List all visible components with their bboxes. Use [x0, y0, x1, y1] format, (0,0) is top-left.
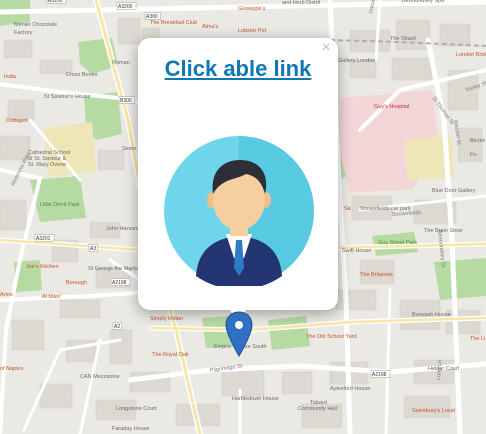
map-label: The Shard: [390, 36, 416, 42]
svg-text:A2: A2: [114, 324, 120, 330]
map-label: Semo: [122, 146, 136, 152]
svg-text:A3: A3: [90, 246, 96, 252]
map-label: Little Dorrit Park: [40, 202, 80, 208]
road-label: A3200: [116, 2, 137, 10]
svg-text:A3200: A3200: [48, 0, 63, 4]
map-label: Arms: [0, 292, 13, 298]
map-label: Alma's: [202, 24, 219, 30]
map-label: Sainsbury's Local: [412, 408, 455, 414]
map-label: The Li: [470, 336, 485, 342]
map-label: Al Masr: [42, 294, 61, 300]
map-label: Helder Court: [428, 366, 460, 372]
map-label: Harbledown House: [232, 396, 279, 402]
map-label: John Harvard: [106, 226, 139, 232]
road-label: A2: [112, 322, 123, 330]
map-label: Cross Bones: [66, 72, 98, 78]
map-label: Longstone Court: [116, 406, 157, 412]
map-label: The Breakfast Club: [150, 20, 197, 26]
map-label: Borough: [66, 280, 87, 286]
map-label: of Naples: [0, 366, 23, 372]
road-label: A3201: [34, 234, 55, 242]
svg-text:B300: B300: [120, 98, 132, 104]
map-label: Bermondsey Spa: [402, 0, 445, 4]
map-label: Guy Street Park: [378, 240, 417, 246]
map-label: Aylesford House: [330, 386, 370, 392]
map-label: St George the Martyr: [88, 266, 140, 272]
svg-text:A2198: A2198: [372, 372, 387, 378]
map-label: St Saviour's House: [44, 94, 91, 100]
map-label: Giuseppe's: [238, 6, 266, 12]
map-label: London Bridge: [456, 52, 486, 58]
user-avatar-icon: [164, 136, 314, 286]
map-label: Swift House: [342, 248, 371, 254]
road-label: A2198: [370, 370, 391, 378]
map-label: Menier Chocolate: [14, 22, 57, 28]
map-label: CAN Mezzanine: [80, 374, 120, 380]
map-label: Roman: [112, 60, 130, 66]
road-label: A3200: [46, 0, 67, 4]
map-label: Snowsfields car park: [360, 206, 411, 212]
map-label: and Herb Distrit: [282, 0, 321, 6]
map-label: The Britannia: [360, 272, 394, 278]
map-label: The Royal Oak: [152, 352, 189, 358]
map-label: Becke: [470, 138, 485, 144]
map-label: Fo: [470, 152, 476, 158]
map-label: Blue Door Gallery: [432, 188, 476, 194]
map-label: The Old School Yard: [306, 334, 357, 340]
road-label: A2198: [110, 278, 131, 286]
map-label: Sa: [344, 206, 352, 212]
map-label: Joe's Kitchen: [26, 264, 59, 270]
map-label: Lobster Pot: [238, 28, 267, 34]
road-label: A3: [88, 244, 99, 252]
map-label: St. Mary Overie: [28, 162, 66, 168]
map-label: India: [4, 74, 17, 80]
map-label: Gallery London: [338, 58, 375, 64]
popup-link[interactable]: Click able link: [138, 56, 338, 82]
road-label: A300: [144, 12, 161, 20]
map-label: The Brain Store: [424, 228, 463, 234]
map-label: Simply Indian: [150, 316, 183, 322]
popup-close-button[interactable]: ×: [318, 40, 334, 56]
map-label: Faraday House: [112, 426, 150, 432]
svg-text:A2198: A2198: [112, 280, 127, 286]
road-label: B300: [118, 96, 135, 104]
svg-text:A3200: A3200: [118, 4, 133, 10]
map-label: Community Hall: [298, 406, 337, 412]
map-marker-icon[interactable]: [224, 310, 254, 358]
map-label: Guy's Hospital: [374, 104, 409, 110]
map-label: Burwash House: [412, 312, 451, 318]
svg-text:A3201: A3201: [36, 236, 51, 242]
map-label: Cottages: [6, 118, 28, 124]
map-label: Factory: [14, 30, 33, 36]
